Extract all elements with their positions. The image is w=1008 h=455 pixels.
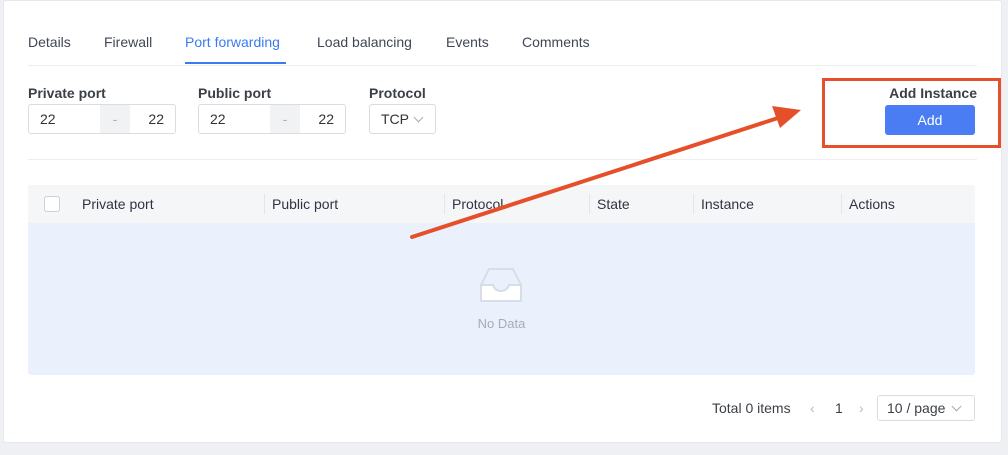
add-instance-label: Add Instance	[889, 85, 977, 101]
private-port-label: Private port	[28, 85, 106, 101]
total-items-count: Total 0 items	[712, 400, 791, 416]
active-tab-indicator	[185, 62, 286, 64]
divider	[28, 159, 977, 160]
public-port-to-input[interactable]: 22	[300, 111, 345, 127]
public-port-range: 22 - 22	[198, 104, 346, 134]
tab-comments[interactable]: Comments	[522, 34, 590, 50]
column-divider	[693, 194, 694, 214]
private-port-range: 22 - 22	[28, 104, 176, 134]
table-header: Private port Public port Protocol State …	[28, 185, 975, 224]
port-forwarding-table: Private port Public port Protocol State …	[28, 185, 975, 375]
empty-state-text: No Data	[477, 316, 526, 331]
protocol-select[interactable]: TCP	[369, 104, 436, 134]
tab-bar: Details Firewall Port forwarding Load ba…	[28, 1, 977, 66]
column-header-instance[interactable]: Instance	[701, 196, 754, 212]
private-port-from-input[interactable]: 22	[29, 111, 100, 127]
column-header-state[interactable]: State	[597, 196, 630, 212]
tab-load-balancing[interactable]: Load balancing	[317, 34, 412, 50]
tab-firewall[interactable]: Firewall	[104, 34, 152, 50]
page-number-current[interactable]: 1	[835, 400, 843, 416]
inbox-empty-icon	[480, 268, 522, 302]
column-divider	[264, 194, 265, 214]
tab-details[interactable]: Details	[28, 34, 71, 50]
public-port-from-input[interactable]: 22	[199, 111, 270, 127]
public-port-label: Public port	[198, 85, 272, 101]
column-divider	[841, 194, 842, 214]
chevron-down-icon	[413, 112, 424, 122]
column-divider	[444, 194, 445, 214]
column-header-private-port[interactable]: Private port	[82, 196, 154, 212]
page-size-select[interactable]: 10 / page	[877, 395, 975, 421]
range-separator: -	[270, 105, 300, 133]
port-forwarding-panel: Details Firewall Port forwarding Load ba…	[3, 0, 1002, 443]
prev-page-icon[interactable]: ‹	[810, 400, 815, 416]
tab-port-forwarding[interactable]: Port forwarding	[185, 34, 280, 50]
select-all-checkbox[interactable]	[44, 196, 60, 212]
protocol-label: Protocol	[369, 85, 426, 101]
page-size-value: 10 / page	[887, 400, 946, 416]
protocol-selected-value: TCP	[381, 111, 409, 127]
private-port-to-input[interactable]: 22	[130, 111, 175, 127]
range-separator: -	[100, 105, 130, 133]
add-button[interactable]: Add	[885, 105, 975, 135]
chevron-down-icon	[951, 401, 962, 411]
column-header-public-port[interactable]: Public port	[272, 196, 338, 212]
column-header-protocol[interactable]: Protocol	[452, 196, 503, 212]
column-header-actions: Actions	[849, 196, 895, 212]
tab-events[interactable]: Events	[446, 34, 489, 50]
column-divider	[589, 194, 590, 214]
next-page-icon[interactable]: ›	[859, 400, 864, 416]
table-body-empty: No Data	[28, 223, 975, 375]
